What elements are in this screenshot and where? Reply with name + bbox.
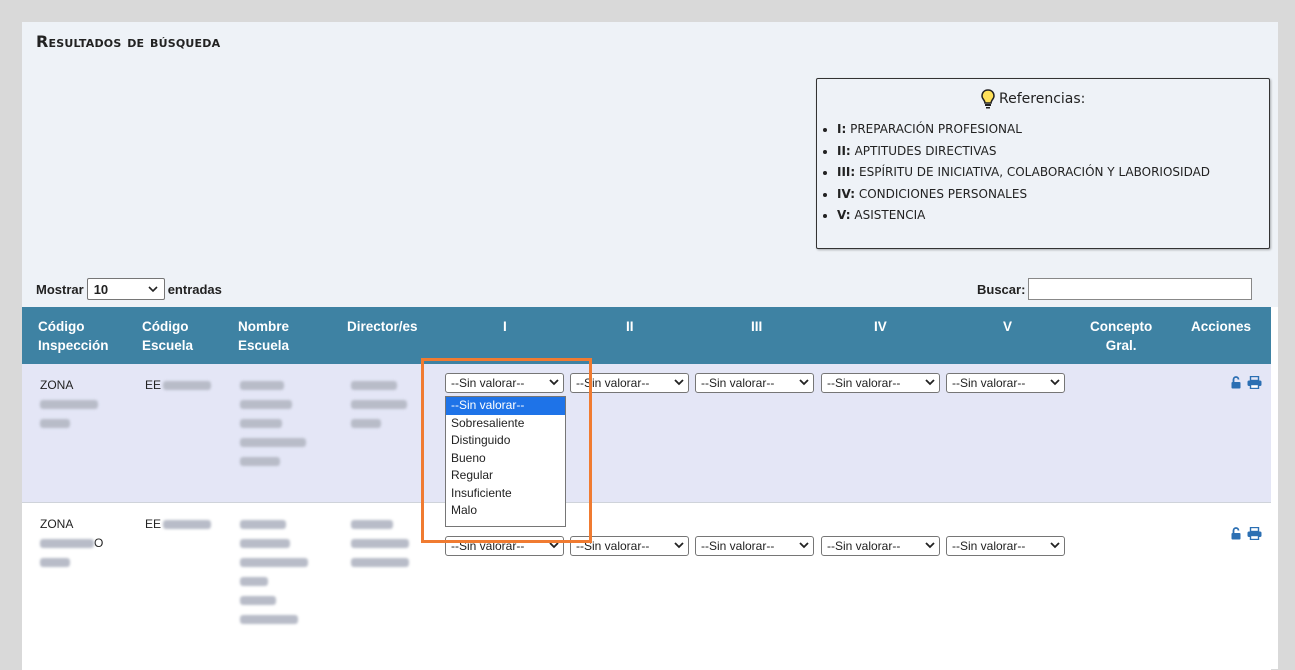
search-label: Buscar: [977, 281, 1026, 297]
table-row: ZONA EE --Sin valorar-- --Sin valorar-- … [22, 364, 1271, 502]
cell-directores [351, 515, 409, 572]
header-i[interactable]: I [503, 317, 507, 336]
print-icon[interactable] [1247, 527, 1262, 540]
reference-item: IV: CONDICIONES PERSONALES [837, 184, 1210, 206]
rating-select-v[interactable]: --Sin valorar-- [946, 536, 1065, 556]
references-box: Referencias: I: PREPARACIÓN PROFESIONAL … [816, 78, 1270, 249]
header-codigo-inspeccion[interactable]: Código Inspección [38, 317, 109, 355]
references-list: I: PREPARACIÓN PROFESIONAL II: APTITUDES… [821, 119, 1210, 227]
chevron-down-icon [148, 286, 158, 293]
entries-label: entradas [167, 281, 222, 297]
chevron-down-icon [799, 379, 809, 386]
chevron-down-icon [1050, 379, 1060, 386]
references-heading: Referencias: [981, 89, 1085, 109]
table-header: Código Inspección Código Escuela Nombre Esc… [22, 307, 1271, 364]
results-panel: Resultados de búsqueda Referencias: I: P… [22, 22, 1278, 670]
cell-codigo-escuela: EE [145, 376, 212, 395]
chevron-down-icon [925, 379, 935, 386]
header-iii[interactable]: III [751, 317, 762, 336]
row-actions [1231, 376, 1262, 389]
page-length-select[interactable]: 10 [86, 278, 165, 300]
table-row: ZONA O EE --Sin valorar-- --Sin valorar-… [22, 502, 1271, 670]
cell-nombre-escuela [240, 515, 308, 629]
header-iv[interactable]: IV [874, 317, 887, 336]
chevron-down-icon [674, 379, 684, 386]
header-concepto[interactable]: Concepto Gral. [1090, 317, 1152, 355]
search-control: Buscar: [977, 278, 1253, 300]
rating-select-iii[interactable]: --Sin valorar-- [695, 373, 814, 393]
chevron-down-icon [925, 542, 935, 549]
rating-select-iv[interactable]: --Sin valorar-- [821, 536, 940, 556]
page-length-control: Mostrar 10 entradas [36, 278, 222, 300]
chevron-down-icon [799, 542, 809, 549]
print-icon[interactable] [1247, 376, 1262, 389]
reference-item: I: PREPARACIÓN PROFESIONAL [837, 119, 1210, 141]
header-codigo-escuela[interactable]: Código Escuela [142, 317, 193, 355]
chevron-down-icon [674, 542, 684, 549]
reference-item: V: ASISTENCIA [837, 205, 1210, 227]
rating-select-iv[interactable]: --Sin valorar-- [821, 373, 940, 393]
rating-select-iii[interactable]: --Sin valorar-- [695, 536, 814, 556]
chevron-down-icon [1050, 542, 1060, 549]
references-title: Referencias: [999, 91, 1086, 107]
search-input[interactable] [1028, 278, 1253, 300]
cell-codigo-inspeccion: ZONA O [40, 515, 103, 572]
unlock-icon[interactable] [1231, 376, 1241, 389]
header-directores[interactable]: Director/es [347, 317, 418, 336]
cell-codigo-escuela: EE [145, 515, 212, 534]
header-v[interactable]: V [1003, 317, 1012, 336]
unlock-icon[interactable] [1231, 527, 1241, 540]
header-ii[interactable]: II [626, 317, 634, 336]
header-acciones: Acciones [1191, 319, 1252, 334]
reference-item: II: APTITUDES DIRECTIVAS [837, 141, 1210, 163]
cell-nombre-escuela [240, 376, 306, 471]
highlight-box [421, 358, 592, 543]
cell-codigo-inspeccion: ZONA [40, 376, 98, 433]
lightbulb-icon [981, 89, 995, 109]
reference-item: III: ESPÍRITU DE INICIATIVA, COLABORACIÓ… [837, 162, 1210, 184]
rating-select-v[interactable]: --Sin valorar-- [946, 373, 1065, 393]
row-actions [1231, 527, 1262, 540]
page-title: Resultados de búsqueda [36, 32, 221, 51]
header-nombre-escuela[interactable]: Nombre Escuela [238, 317, 289, 355]
cell-directores [351, 376, 407, 433]
show-label: Mostrar [36, 281, 84, 297]
